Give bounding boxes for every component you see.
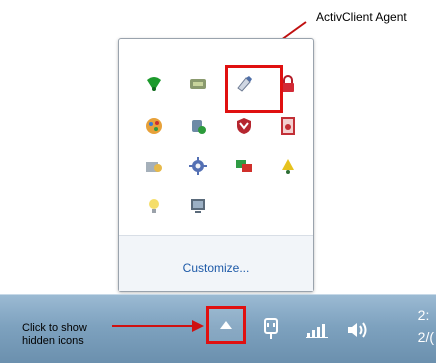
clock-time: 2: — [417, 307, 430, 323]
volume-icon[interactable] — [346, 320, 370, 345]
show-hidden-icons-button[interactable] — [206, 306, 246, 344]
power-plug-icon[interactable] — [262, 318, 280, 345]
clock[interactable]: 2: 2/( — [418, 304, 434, 348]
triangle-up-icon — [220, 321, 232, 329]
clock-date: 2/( — [417, 329, 434, 345]
signal-bars-icon[interactable] — [306, 322, 330, 343]
